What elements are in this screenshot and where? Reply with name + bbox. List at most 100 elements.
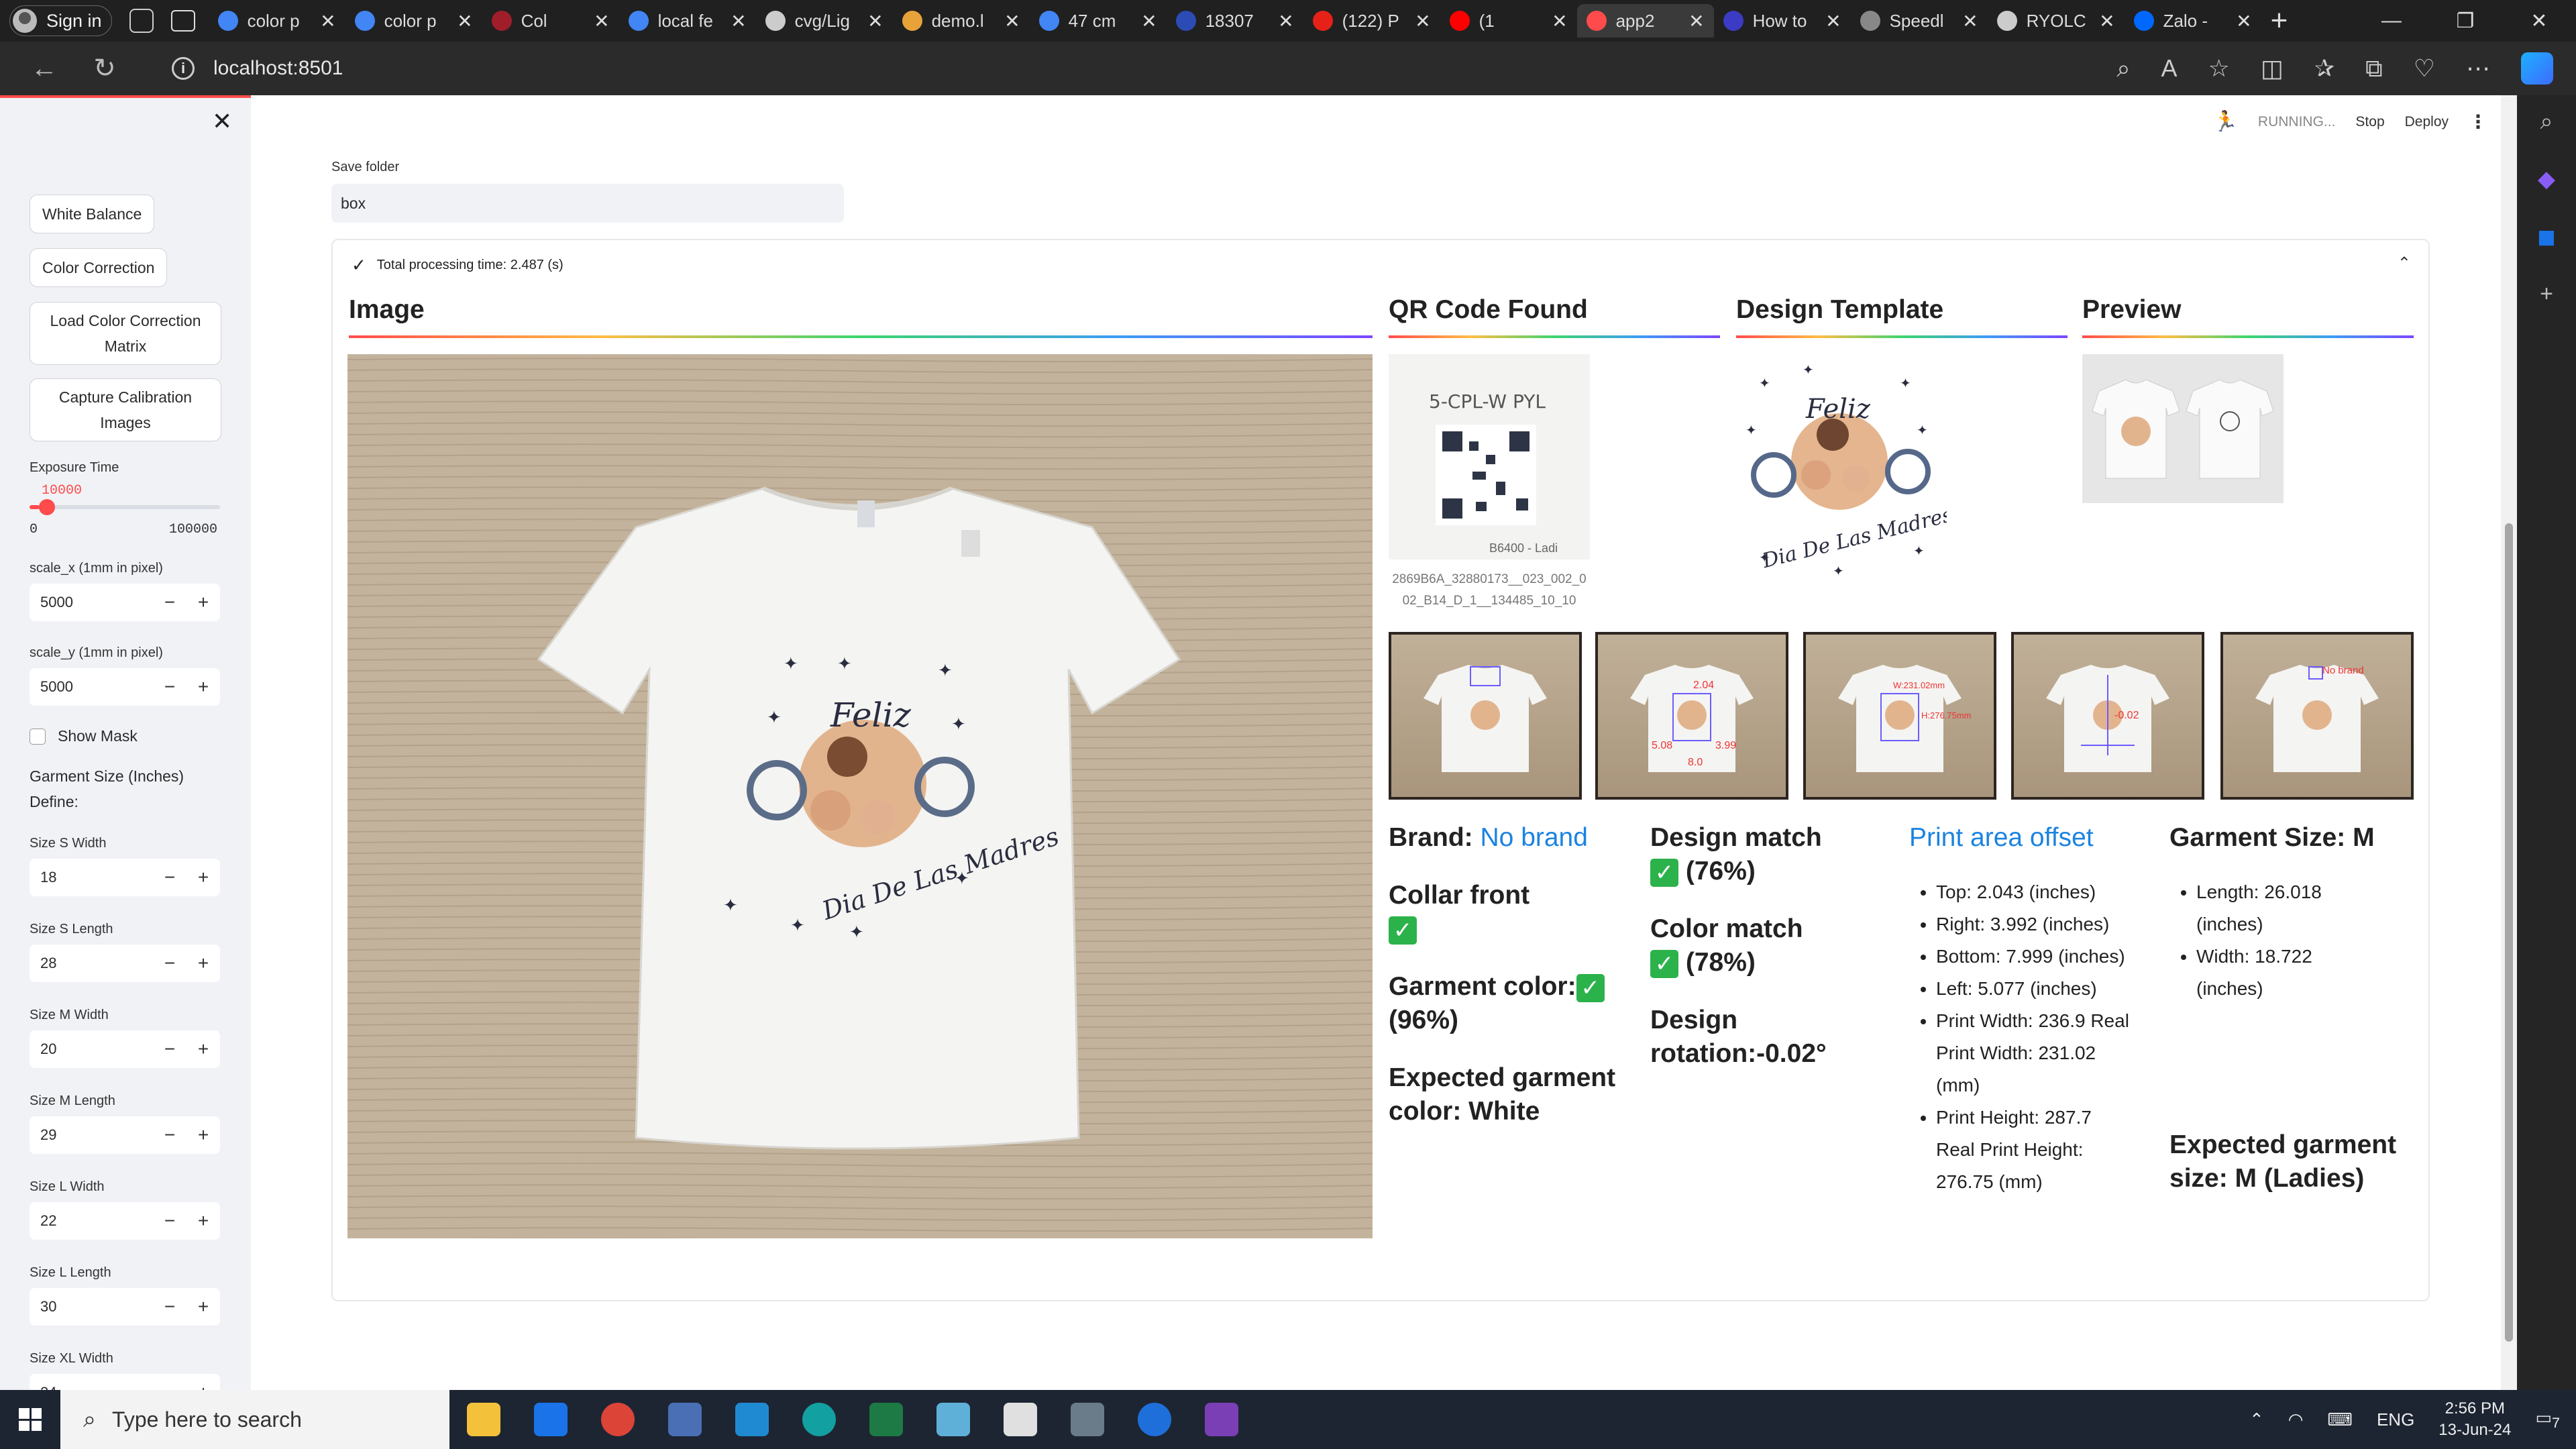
outlook-icon[interactable]: ◼	[2537, 223, 2556, 250]
language[interactable]: ENG	[2377, 1409, 2414, 1430]
tab-close-icon[interactable]: ✕	[457, 10, 472, 32]
split-screen-icon[interactable]: ◫	[2261, 54, 2284, 83]
stop-button[interactable]: Stop	[2355, 114, 2384, 130]
keyboard-icon[interactable]: ⌨	[2327, 1409, 2353, 1430]
size-input[interactable]: 18− +	[30, 859, 220, 896]
minimize-icon[interactable]: —	[2355, 9, 2428, 32]
size-increment[interactable]: +	[186, 1296, 220, 1318]
browser-tab[interactable]: (1 ✕	[1440, 4, 1577, 38]
store-icon[interactable]	[534, 1403, 568, 1436]
wifi-icon[interactable]: ◠	[2288, 1409, 2304, 1430]
size-increment[interactable]: +	[186, 1124, 220, 1146]
size-decrement[interactable]: −	[153, 1382, 186, 1390]
clock[interactable]: 2:56 PM 13-Jun-24	[2438, 1398, 2511, 1441]
size-value[interactable]: 20	[30, 1040, 153, 1058]
size-value[interactable]: 24	[30, 1384, 153, 1390]
browser-tab[interactable]: local fe ✕	[619, 4, 756, 38]
collapse-chevron-icon[interactable]: ⌃	[2398, 254, 2411, 273]
browser-tab[interactable]: demo.l ✕	[893, 4, 1030, 38]
size-input[interactable]: 24−+	[30, 1374, 220, 1390]
size-value[interactable]: 30	[30, 1298, 153, 1316]
paint-icon[interactable]	[1004, 1403, 1037, 1436]
tab-close-icon[interactable]: ✕	[320, 10, 335, 32]
tab-actions-icon[interactable]	[170, 10, 195, 32]
tab-close-icon[interactable]: ✕	[1688, 10, 1704, 32]
address-bar[interactable]: i localhost:8501	[152, 49, 2104, 88]
size-increment[interactable]: +	[186, 1210, 220, 1232]
save-folder-input[interactable]: box	[331, 184, 844, 223]
load-color-correction-matrix-button[interactable]: Load Color Correction Matrix	[30, 302, 221, 365]
browser-tab[interactable]: 47 cm ✕	[1030, 4, 1167, 38]
checkbox-box[interactable]	[30, 728, 46, 745]
size-decrement[interactable]: −	[153, 953, 186, 974]
tab-close-icon[interactable]: ✕	[2099, 10, 2114, 32]
taskbar-search[interactable]: ⌕ Type here to search	[60, 1390, 449, 1449]
size-increment[interactable]: +	[186, 1038, 220, 1060]
size-increment[interactable]: +	[186, 953, 220, 974]
scale-y-input[interactable]: 5000 − +	[30, 668, 220, 706]
workspaces-icon[interactable]	[129, 9, 154, 33]
browser-tab[interactable]: Col ✕	[482, 4, 619, 38]
size-decrement[interactable]: −	[153, 1296, 186, 1318]
size-increment[interactable]: +	[186, 867, 220, 888]
close-window-icon[interactable]: ✕	[2502, 9, 2576, 33]
chrome-icon[interactable]	[601, 1403, 635, 1436]
size-input[interactable]: 28− +	[30, 945, 220, 982]
site-info-icon[interactable]: i	[172, 57, 195, 80]
size-input[interactable]: 20− +	[30, 1030, 220, 1068]
tray-chevron-icon[interactable]: ⌃	[2249, 1409, 2264, 1430]
start-button[interactable]	[0, 1390, 60, 1449]
tab-close-icon[interactable]: ✕	[594, 10, 609, 32]
expander-header[interactable]: ✓ Total processing time: 2.487 (s)	[352, 255, 564, 276]
exposure-slider-track[interactable]	[30, 505, 220, 509]
browser-tab[interactable]: color p ✕	[209, 4, 345, 38]
exposure-slider-thumb[interactable]	[39, 499, 55, 515]
scale-y-increment[interactable]: +	[186, 676, 220, 698]
tab-close-icon[interactable]: ✕	[1141, 10, 1157, 32]
browser-tab[interactable]: cvg/Lig ✕	[756, 4, 893, 38]
copilot-sidebar-icon[interactable]: ◆	[2538, 166, 2555, 193]
app-icon[interactable]	[1205, 1403, 1238, 1436]
scale-x-increment[interactable]: +	[186, 592, 220, 613]
scale-x-value[interactable]: 5000	[30, 594, 153, 611]
edge-icon[interactable]	[802, 1403, 836, 1436]
notification-icon[interactable]: ▭7	[2535, 1407, 2560, 1432]
add-app-icon[interactable]: +	[2540, 281, 2553, 307]
tab-close-icon[interactable]: ✕	[1278, 10, 1293, 32]
tab-close-icon[interactable]: ✕	[1825, 10, 1841, 32]
size-value[interactable]: 18	[30, 869, 153, 886]
size-input[interactable]: 22− +	[30, 1202, 220, 1240]
new-tab-button[interactable]: +	[2271, 4, 2288, 38]
browser-tab[interactable]: app2 ✕	[1576, 4, 1714, 38]
browser-tab[interactable]: Speedl ✕	[1851, 4, 1988, 38]
refresh-icon[interactable]: ↻	[85, 53, 125, 84]
size-value[interactable]: 29	[30, 1126, 153, 1144]
more-icon[interactable]: ⋯	[2466, 54, 2490, 83]
tab-close-icon[interactable]: ✕	[1415, 10, 1430, 32]
copilot-icon[interactable]	[2521, 52, 2553, 85]
browser-tab[interactable]: (122) P ✕	[1303, 4, 1440, 38]
calculator-icon[interactable]	[1071, 1403, 1104, 1436]
scale-x-input[interactable]: 5000 − +	[30, 584, 220, 621]
favorite-star-icon[interactable]: ☆	[2208, 54, 2230, 83]
browser-tab[interactable]: How to ✕	[1714, 4, 1851, 38]
tab-close-icon[interactable]: ✕	[1004, 10, 1020, 32]
restore-icon[interactable]: ❐	[2428, 9, 2502, 33]
zoom-icon[interactable]: ⌕	[2116, 54, 2130, 83]
profile-button[interactable]: Sign in	[9, 5, 112, 36]
size-value[interactable]: 22	[30, 1212, 153, 1230]
size-input[interactable]: 29− +	[30, 1116, 220, 1154]
show-mask-checkbox[interactable]: Show Mask	[30, 727, 138, 745]
size-increment[interactable]: +	[186, 1382, 220, 1390]
main-menu-icon[interactable]: ⋮	[2469, 111, 2487, 133]
browser-tab[interactable]: 18307 ✕	[1167, 4, 1303, 38]
browser-tab[interactable]: color p ✕	[345, 4, 482, 38]
favorites-icon[interactable]: ✰	[2314, 54, 2334, 83]
scale-y-decrement[interactable]: −	[153, 676, 186, 698]
app-icon[interactable]	[1138, 1403, 1171, 1436]
size-decrement[interactable]: −	[153, 1124, 186, 1146]
size-decrement[interactable]: −	[153, 1038, 186, 1060]
size-decrement[interactable]: −	[153, 867, 186, 888]
vscode-icon[interactable]	[735, 1403, 769, 1436]
size-input[interactable]: 30− +	[30, 1288, 220, 1326]
